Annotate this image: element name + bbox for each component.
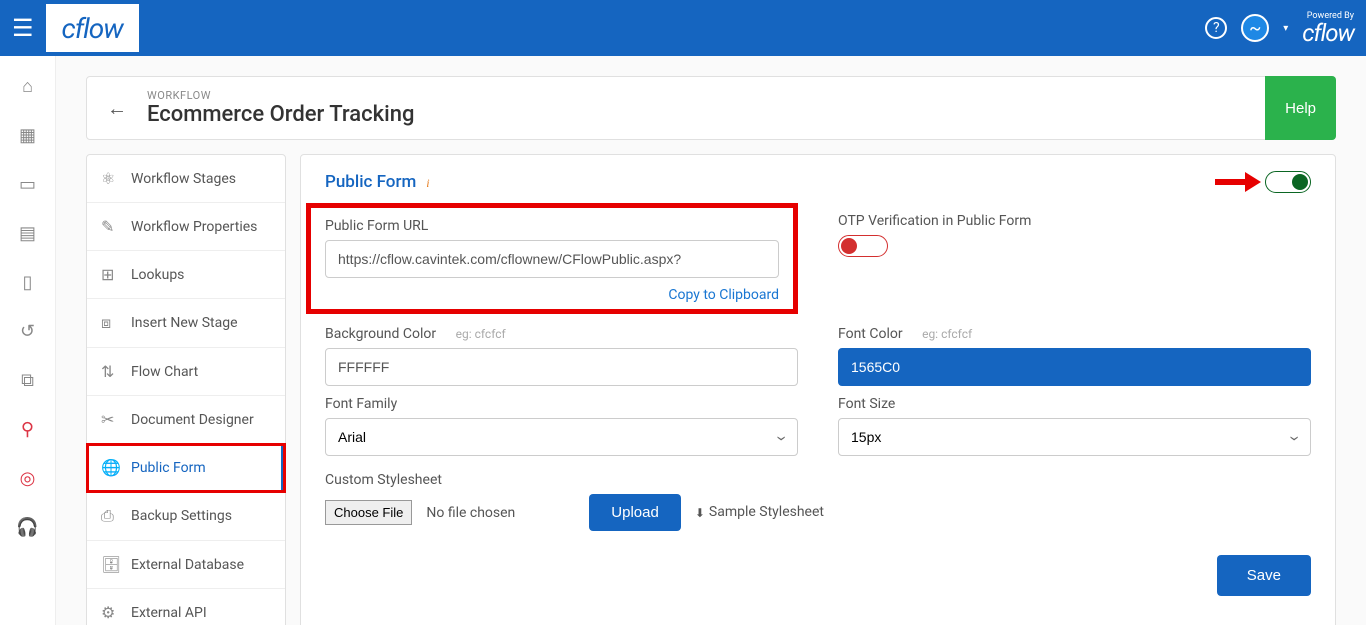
public-form-panel: Public Form i Public Form URL — [300, 154, 1336, 625]
font-family-label: Font Family — [325, 396, 798, 412]
target-icon[interactable]: ◎ — [20, 468, 36, 489]
sidebar-item-lookups[interactable]: ⊞ Lookups — [87, 251, 285, 299]
sidebar-item-label: External Database — [131, 557, 244, 573]
top-bar: ☰ cflow ? ~ ▾ Powered By cflow — [0, 0, 1366, 56]
annotation-arrow-icon — [1215, 172, 1261, 192]
lookups-icon: ⊞ — [101, 265, 119, 284]
sidebar-item-label: Lookups — [131, 267, 184, 283]
font-color-label: Font Color eg: cfcfcf — [838, 326, 1311, 342]
hamburger-icon[interactable]: ☰ — [12, 14, 34, 42]
sample-stylesheet-link[interactable]: ⬇ Sample Stylesheet — [695, 504, 824, 521]
sidebar-item-external-database[interactable]: 🗄 External Database — [87, 541, 285, 589]
url-label: Public Form URL — [325, 218, 779, 234]
database-icon: 🗄 — [101, 555, 119, 574]
main-area: ← WORKFLOW Ecommerce Order Tracking Help… — [56, 56, 1366, 625]
chevron-down-icon[interactable]: ▾ — [1283, 23, 1288, 34]
grid-icon[interactable]: ▦ — [19, 125, 36, 146]
calendar-icon[interactable]: ▭ — [19, 174, 36, 195]
properties-icon: ✎ — [101, 217, 119, 236]
bg-color-label: Background Color eg: cfcfcf — [325, 326, 798, 342]
header-eyebrow: WORKFLOW — [147, 89, 414, 102]
logo-text: cflow — [62, 12, 123, 45]
chart-icon[interactable]: ⧉ — [21, 370, 34, 391]
sidebar-item-flow-chart[interactable]: ⇅ Flow Chart — [87, 348, 285, 396]
sidebar-item-label: Backup Settings — [131, 508, 232, 524]
org-icon[interactable]: ⚲ — [21, 419, 34, 440]
docdesign-icon: ✂ — [101, 410, 119, 429]
copy-to-clipboard-link[interactable]: Copy to Clipboard — [668, 287, 779, 303]
background-color-input[interactable] — [325, 348, 798, 386]
sidebar-item-label: Public Form — [131, 460, 206, 476]
sidebar-item-workflow-stages[interactable]: ⚛ Workflow Stages — [87, 155, 285, 203]
choose-file-button[interactable]: Choose File — [325, 500, 412, 525]
download-icon: ⬇ — [695, 506, 705, 520]
settings-menu: ⚛ Workflow Stages ✎ Workflow Properties … — [86, 154, 286, 625]
home-icon[interactable]: ⌂ — [22, 76, 33, 97]
save-button[interactable]: Save — [1217, 555, 1311, 596]
globe-icon: 🌐 — [101, 458, 119, 477]
stylesheet-label: Custom Stylesheet — [325, 472, 1311, 488]
sidebar-item-external-api[interactable]: ⚙ External API — [87, 589, 285, 625]
headset-icon[interactable]: 🎧 — [16, 517, 38, 538]
upload-button[interactable]: Upload — [589, 494, 681, 531]
sidebar-item-label: External API — [131, 605, 207, 621]
left-icon-bar: ⌂ ▦ ▭ ▤ ▯ ↺ ⧉ ⚲ ◎ 🎧 — [0, 56, 56, 625]
font-size-select[interactable]: 15px — [838, 418, 1311, 456]
sidebar-item-public-form[interactable]: 🌐 Public Form — [87, 444, 285, 492]
otp-toggle[interactable] — [838, 235, 888, 257]
help-button[interactable]: Help — [1265, 76, 1336, 140]
sidebar-item-workflow-properties[interactable]: ✎ Workflow Properties — [87, 203, 285, 251]
sidebar-item-backup-settings[interactable]: ⎙ Backup Settings — [87, 492, 285, 541]
file-status: No file chosen — [426, 505, 515, 521]
stages-icon: ⚛ — [101, 169, 119, 188]
backup-icon: ⎙ — [101, 506, 119, 526]
api-icon: ⚙ — [101, 603, 119, 622]
font-color-input[interactable] — [838, 348, 1311, 386]
history-icon[interactable]: ↺ — [20, 321, 35, 342]
flowchart-icon: ⇅ — [101, 362, 119, 381]
help-icon[interactable]: ? — [1205, 17, 1227, 39]
topbar-right: ? ~ ▾ Powered By cflow — [1205, 11, 1354, 45]
sidebar-item-insert-stage[interactable]: ⧈ Insert New Stage — [87, 299, 285, 348]
back-arrow-icon[interactable]: ← — [107, 96, 127, 121]
sidebar-item-label: Flow Chart — [131, 364, 198, 380]
info-icon[interactable]: i — [426, 176, 429, 190]
public-form-url-block: Public Form URL Copy to Clipboard — [306, 203, 798, 314]
page-header: ← WORKFLOW Ecommerce Order Tracking Help — [86, 76, 1336, 140]
sidebar-item-label: Document Designer — [131, 412, 254, 428]
font-family-select[interactable]: Arial — [325, 418, 798, 456]
insert-icon: ⧈ — [101, 313, 119, 333]
panel-title: Public Form — [325, 172, 416, 192]
sidebar-item-document-designer[interactable]: ✂ Document Designer — [87, 396, 285, 444]
public-form-url-input[interactable] — [325, 240, 779, 278]
card-icon[interactable]: ▤ — [19, 223, 36, 244]
book-icon[interactable]: ▯ — [23, 272, 33, 293]
page-title: Ecommerce Order Tracking — [147, 102, 414, 127]
logo[interactable]: cflow — [46, 4, 139, 52]
sidebar-item-label: Workflow Properties — [131, 219, 257, 235]
sidebar-item-label: Insert New Stage — [131, 315, 238, 331]
public-form-toggle[interactable] — [1265, 171, 1311, 193]
powered-by: Powered By cflow — [1302, 11, 1354, 45]
otp-label: OTP Verification in Public Form — [838, 213, 1311, 229]
messenger-icon[interactable]: ~ — [1241, 14, 1269, 42]
font-size-label: Font Size — [838, 396, 1311, 412]
sidebar-item-label: Workflow Stages — [131, 171, 236, 187]
